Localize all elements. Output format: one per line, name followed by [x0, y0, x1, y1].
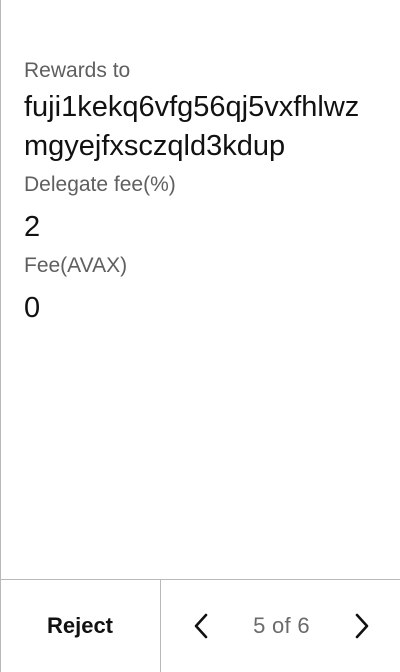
chevron-left-icon: [194, 613, 208, 639]
next-page-button[interactable]: [348, 606, 376, 646]
transaction-details: Rewards to fuji1kekq6vfg56qj5vxfhlwzmgye…: [24, 56, 376, 332]
delegate-fee-value: 2: [24, 211, 41, 243]
fee-value: 0: [24, 292, 41, 324]
delegate-fee-label: Delegate fee(%): [24, 173, 176, 196]
chevron-right-icon: [355, 613, 369, 639]
reject-button[interactable]: Reject: [0, 580, 160, 672]
rewards-to-label: Rewards to: [24, 59, 131, 82]
page-indicator: 5 of 6: [253, 613, 310, 638]
left-border: [0, 0, 1, 672]
fee-label: Fee(AVAX): [24, 254, 128, 277]
rewards-address-value: fuji1kekq6vfg56qj5vxfhlwzmgyejfxsczqld3k…: [24, 91, 360, 162]
pagination: 5 of 6: [161, 580, 400, 672]
previous-page-button[interactable]: [187, 606, 215, 646]
footer-bar: Reject 5 of 6: [0, 579, 400, 672]
